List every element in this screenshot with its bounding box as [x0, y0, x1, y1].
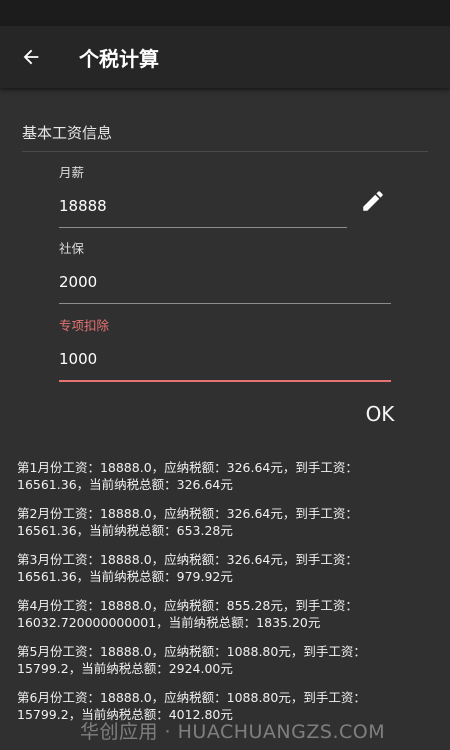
- edit-button[interactable]: [360, 188, 386, 214]
- social-field-group: 社保: [59, 238, 391, 304]
- deduction-field-group: 专项扣除: [59, 315, 391, 382]
- result-item: 第4月份工资：18888.0，应纳税额：855.28元，到手工资： 16032.…: [17, 598, 358, 630]
- page-title: 个税计算: [79, 46, 159, 71]
- salary-field-group: 月薪: [59, 162, 347, 228]
- ok-button[interactable]: OK: [352, 398, 408, 430]
- social-underline: [59, 303, 391, 304]
- back-button[interactable]: [0, 26, 62, 88]
- deduction-input[interactable]: [59, 348, 391, 370]
- social-input[interactable]: [59, 271, 391, 293]
- result-item: 第5月份工资：18888.0，应纳税额：1088.80元，到手工资： 15799…: [17, 644, 366, 676]
- app-bar: 个税计算: [0, 26, 450, 88]
- result-item: 第2月份工资：18888.0，应纳税额：326.64元，到手工资： 16561.…: [17, 506, 358, 538]
- result-item: 第1月份工资：18888.0，应纳税额：326.64元，到手工资： 16561.…: [17, 460, 358, 492]
- results-list: 第1月份工资：18888.0，应纳税额：326.64元，到手工资： 16561.…: [17, 459, 442, 735]
- salary-label: 月薪: [59, 165, 85, 180]
- result-item: 第3月份工资：18888.0，应纳税额：326.64元，到手工资： 16561.…: [17, 552, 358, 584]
- social-label: 社保: [59, 241, 85, 256]
- deduction-label: 专项扣除: [59, 318, 110, 333]
- pencil-icon: [363, 191, 383, 211]
- arrow-left-icon: [23, 49, 39, 65]
- deduction-underline: [59, 380, 391, 382]
- status-bar: [0, 0, 450, 26]
- salary-underline: [59, 227, 347, 228]
- watermark: 华创应用 · HUACHUANGZS.COM: [80, 721, 386, 743]
- section-title: 基本工资信息: [22, 122, 428, 152]
- salary-input[interactable]: [59, 195, 347, 217]
